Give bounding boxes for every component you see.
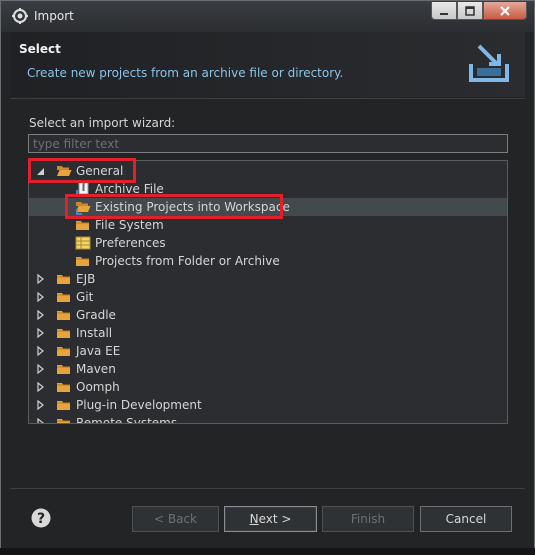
tree-item-label: Git — [76, 290, 94, 304]
tree-item-label: Install — [76, 326, 113, 340]
folder-icon — [57, 401, 70, 410]
back-button[interactable]: < Back — [132, 506, 219, 532]
expanded-arrow-icon[interactable] — [35, 166, 45, 176]
tree-item-label: EJB — [76, 272, 96, 286]
page-title: Select — [19, 42, 61, 56]
tree-item-label: Existing Projects into Workspace — [95, 200, 290, 214]
tree-item-git[interactable]: Git — [29, 288, 507, 306]
import-wizard-icon — [469, 44, 509, 82]
archive-file-icon — [76, 181, 89, 196]
tree-item-label: Archive File — [95, 182, 164, 196]
maximize-icon — [465, 5, 475, 16]
collapsed-arrow-icon[interactable] — [35, 310, 45, 320]
import-dialog: Import Select Create new projects from a… — [0, 0, 535, 549]
tree-item-label: Remote Systems — [76, 416, 178, 424]
window-title: Import — [34, 9, 74, 23]
tree-item-file-system[interactable]: File System — [29, 216, 507, 234]
folder-icon — [57, 311, 70, 320]
tree-item-install[interactable]: Install — [29, 324, 507, 342]
next-mnemonic: N — [249, 512, 259, 526]
page-description: Create new projects from an archive file… — [27, 66, 344, 80]
window-controls — [431, 2, 527, 20]
help-icon[interactable]: ? — [31, 508, 51, 528]
tree-item-projects-from-folder-or-archive[interactable]: Projects from Folder or Archive — [29, 252, 507, 270]
svg-text:?: ? — [37, 511, 45, 527]
folder-icon — [76, 257, 89, 266]
folder-icon — [57, 329, 70, 338]
collapsed-arrow-icon[interactable] — [35, 418, 45, 424]
wizard-banner: Select Create new projects from an archi… — [10, 32, 525, 97]
next-label-rest: ext > — [258, 512, 292, 526]
footer-divider — [10, 488, 525, 489]
collapsed-arrow-icon[interactable] — [35, 346, 45, 356]
tree-item-ejb[interactable]: EJB — [29, 270, 507, 288]
collapsed-arrow-icon[interactable] — [35, 382, 45, 392]
next-button[interactable]: Next > — [224, 506, 317, 532]
tree-item-label: File System — [95, 218, 164, 232]
tree-item-gradle[interactable]: Gradle — [29, 306, 507, 324]
folder-icon — [76, 221, 89, 230]
collapsed-arrow-icon[interactable] — [35, 292, 45, 302]
close-icon — [500, 5, 510, 16]
tree-item-label: Oomph — [76, 380, 120, 394]
folder-open-icon — [57, 166, 72, 176]
filter-input[interactable] — [28, 134, 508, 153]
folder-icon — [57, 293, 70, 302]
tree-item-general[interactable]: General — [29, 162, 507, 180]
tree-item-label: Projects from Folder or Archive — [95, 254, 280, 268]
collapsed-arrow-icon[interactable] — [35, 328, 45, 338]
tree-item-label: Plug-in Development — [76, 398, 202, 412]
tree-item-plug-in-development[interactable]: Plug-in Development — [29, 396, 507, 414]
collapsed-arrow-icon[interactable] — [35, 274, 45, 284]
folder-icon — [57, 347, 70, 356]
collapsed-arrow-icon[interactable] — [35, 364, 45, 374]
collapsed-arrow-icon[interactable] — [35, 400, 45, 410]
title-bar[interactable]: Import — [1, 1, 534, 32]
tree-item-archive-file[interactable]: Archive File — [29, 180, 507, 198]
finish-button[interactable]: Finish — [322, 506, 414, 532]
wizard-tree[interactable]: General Archive File Existing Projects int… — [28, 160, 508, 424]
screen-edge — [0, 548, 535, 555]
tree-item-oomph[interactable]: Oomph — [29, 378, 507, 396]
preferences-icon — [75, 236, 91, 250]
tree-item-maven[interactable]: Maven — [29, 360, 507, 378]
folder-icon — [57, 275, 70, 284]
close-button[interactable] — [483, 2, 527, 20]
tree-item-label: Maven — [76, 362, 116, 376]
tree-item-java-ee[interactable]: Java EE — [29, 342, 507, 360]
tree-item-preferences[interactable]: Preferences — [29, 234, 507, 252]
eclipse-gear-icon — [12, 8, 28, 24]
folder-icon — [57, 383, 70, 392]
cancel-button[interactable]: Cancel — [420, 506, 512, 532]
tree-item-remote-systems[interactable]: Remote Systems — [29, 414, 507, 424]
tree-item-label: Gradle — [76, 308, 116, 322]
maximize-button[interactable] — [457, 2, 483, 20]
tree-item-existing-projects-into-workspace[interactable]: Existing Projects into Workspace — [29, 198, 507, 216]
minimize-icon — [440, 12, 448, 15]
folder-icon — [57, 365, 70, 374]
tree-item-label: General — [76, 164, 124, 178]
tree-item-label: Java EE — [76, 344, 121, 358]
wizard-label: Select an import wizard: — [29, 116, 176, 130]
folder-icon — [57, 419, 70, 423]
existing-projects-icon — [76, 202, 91, 215]
minimize-button[interactable] — [431, 2, 457, 20]
tree-item-label: Preferences — [95, 236, 166, 250]
banner-divider — [10, 98, 525, 99]
